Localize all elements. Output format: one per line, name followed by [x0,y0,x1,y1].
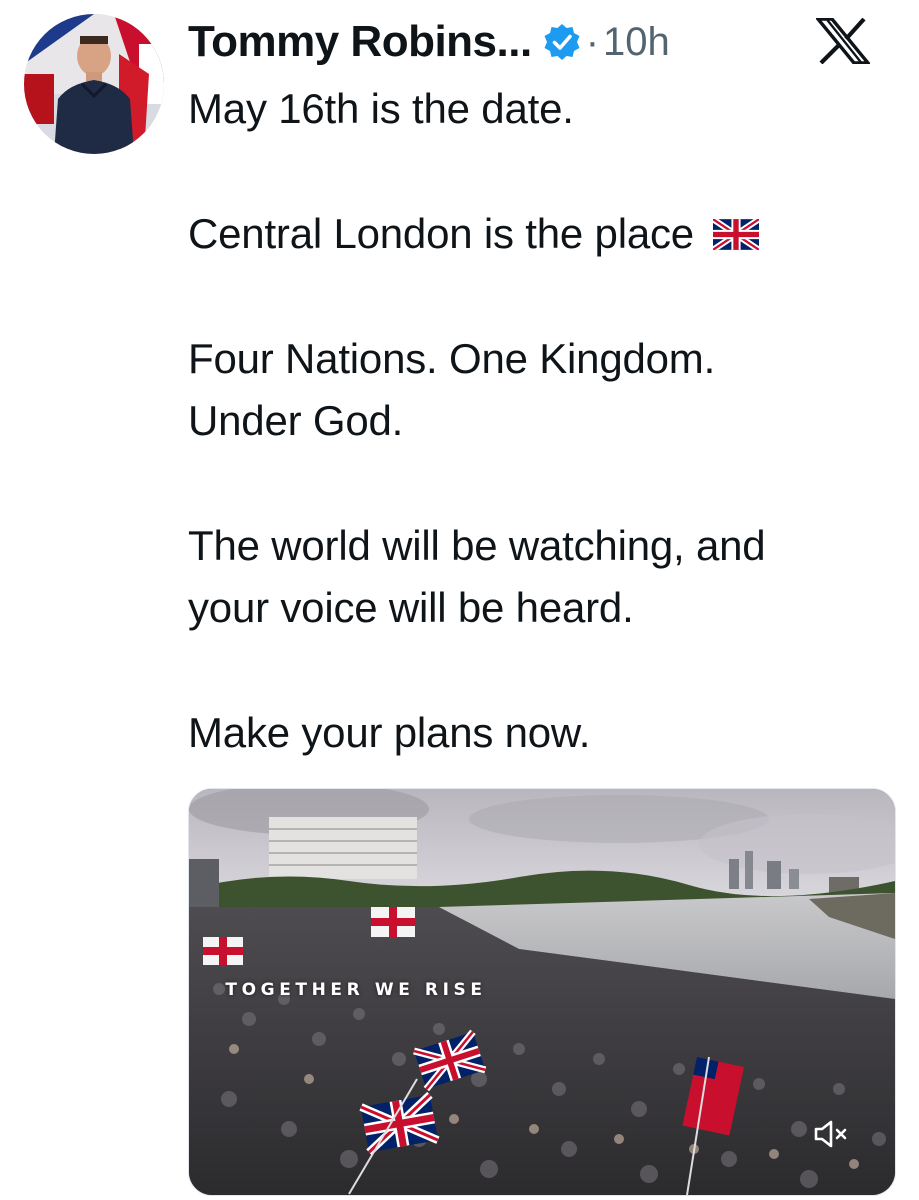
author-avatar[interactable] [24,14,164,154]
tweet-paragraph: May 16th is the date. [188,78,888,140]
tweet-paragraph: Four Nations. One Kingdom. Under God. [188,328,888,452]
verified-badge-icon[interactable] [542,22,582,62]
tweet-timestamp[interactable]: 10h [603,20,670,65]
tweet-line: The world will be watching, and [188,522,766,569]
tweet-line: your voice will be heard. [188,584,634,631]
tweet-line: May 16th is the date. [188,85,574,132]
tweet-header: Tommy Robins... · 10h [188,12,670,72]
uk-flag-emoji-icon [711,205,762,253]
tweet-text: May 16th is the date. Central London is … [188,78,888,764]
tweet-paragraph: Make your plans now. [188,702,888,764]
speaker-muted-icon[interactable] [810,1116,850,1152]
tweet-line: Four Nations. One Kingdom. [188,335,716,382]
tweet-line: Central London is the place [188,210,694,257]
tweet-line: Make your plans now. [188,709,591,756]
tweet-paragraph: Central London is the place [188,203,888,265]
author-display-name[interactable]: Tommy Robins... [188,17,532,67]
tweet-line: Under God. [188,397,404,444]
header-separator: · [585,19,600,64]
video-overlay-caption: TOGETHER WE RISE [225,980,487,1000]
x-logo-icon[interactable] [816,18,870,64]
tweet-paragraph: The world will be watching, and your voi… [188,515,888,639]
avatar-image [24,14,164,154]
